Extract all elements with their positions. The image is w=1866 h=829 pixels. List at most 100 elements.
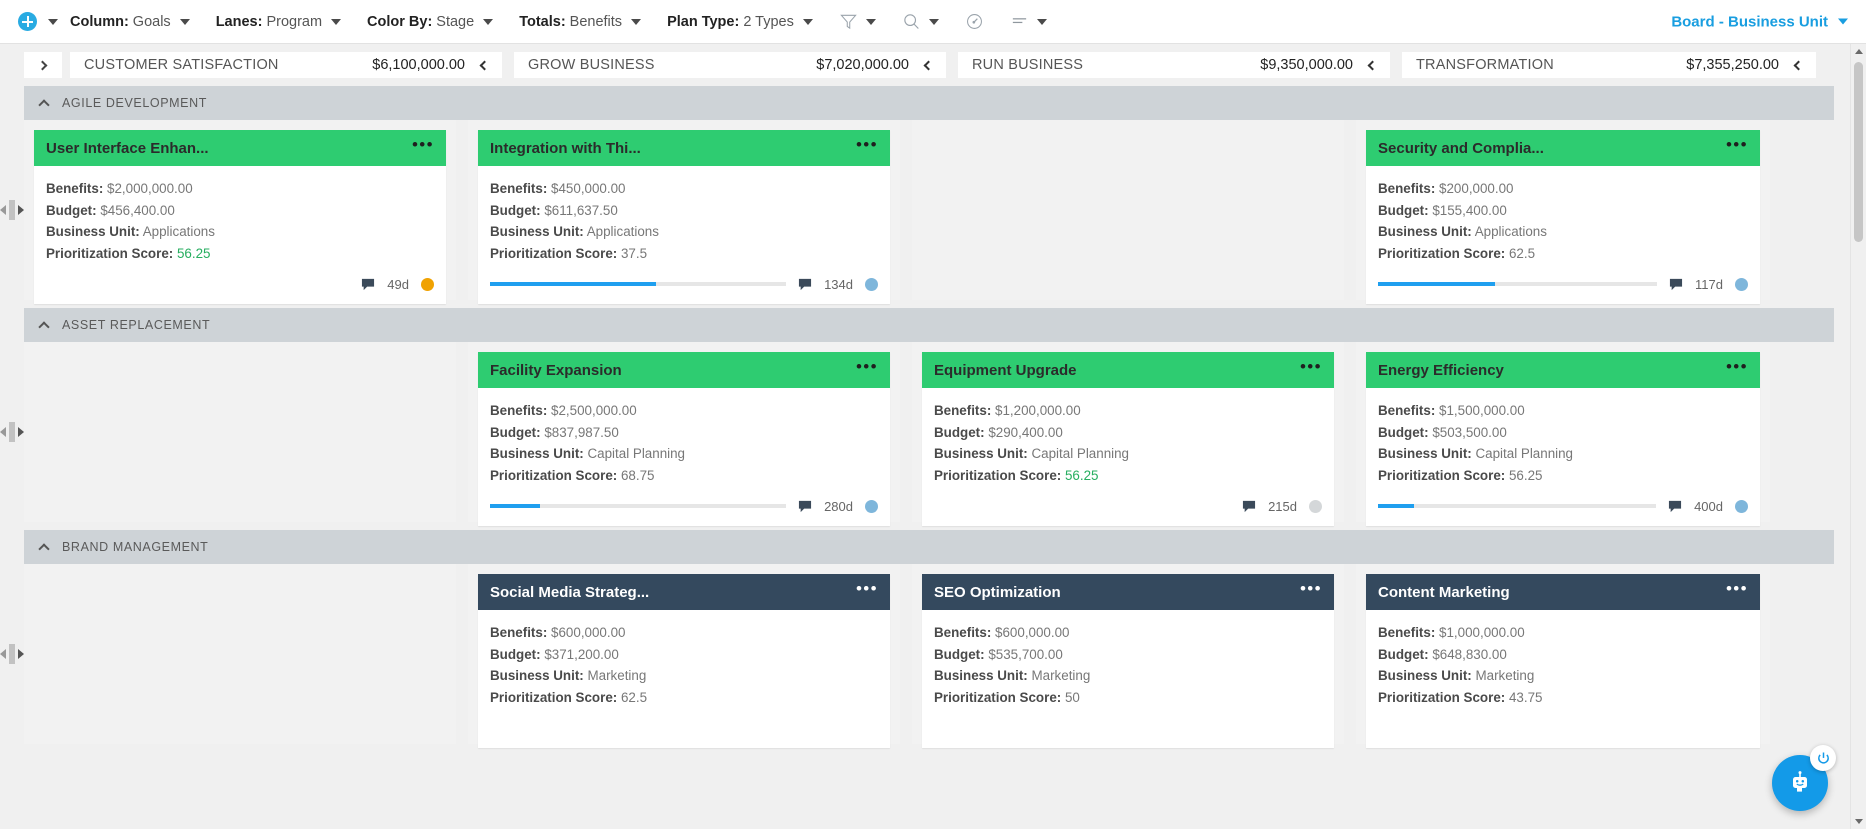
sort-icon[interactable] <box>1010 12 1029 31</box>
color-by-chevron-down-icon[interactable] <box>483 18 494 25</box>
comment-bubble-icon[interactable] <box>1669 278 1683 291</box>
project-card[interactable]: Content Marketing ••• Benefits: $1,000,000… <box>1366 574 1760 748</box>
lane-scroll-right-icon[interactable] <box>18 427 24 437</box>
lane-header[interactable]: BRAND MANAGEMENT <box>24 530 1834 564</box>
card-header[interactable]: SEO Optimization ••• <box>922 574 1334 610</box>
lane-cell[interactable]: Social Media Strateg... ••• Benefits: $600… <box>468 564 900 748</box>
lane-cell[interactable]: Content Marketing ••• Benefits: $1,000,000… <box>1356 564 1770 748</box>
gauge-control[interactable] <box>965 12 984 31</box>
project-card[interactable]: Security and Complia... ••• Benefits: $200… <box>1366 130 1760 304</box>
color-by-selector[interactable]: Color By: Stage <box>367 14 494 30</box>
comment-bubble-icon[interactable] <box>1242 500 1256 513</box>
plan-type-chevron-down-icon[interactable] <box>802 18 813 25</box>
lane-cell[interactable]: Security and Complia... ••• Benefits: $200… <box>1356 120 1770 304</box>
filter-icon[interactable] <box>839 12 858 31</box>
lane-cell[interactable]: User Interface Enhan... ••• Benefits: $2,0… <box>24 120 456 304</box>
scroll-up-icon[interactable] <box>1855 49 1863 54</box>
column-header[interactable]: TRANSFORMATION $7,355,250.00 <box>1402 52 1816 78</box>
card-header[interactable]: Social Media Strateg... ••• <box>478 574 890 610</box>
comment-bubble-icon[interactable] <box>361 278 375 291</box>
lane-scroll-right-icon[interactable] <box>18 205 24 215</box>
plan-type-selector[interactable]: Plan Type: 2 Types <box>667 14 813 30</box>
project-card[interactable]: Equipment Upgrade ••• Benefits: $1,200,000… <box>922 352 1334 526</box>
plus-circle-icon[interactable] <box>18 12 37 31</box>
lane-scroll-handle[interactable] <box>0 564 24 744</box>
lanes-selector[interactable]: Lanes: Program <box>216 14 342 30</box>
lane-collapse-chevron-up-icon[interactable] <box>38 543 50 555</box>
board-title-dropdown[interactable]: Board - Business Unit <box>1671 13 1848 30</box>
lane-cell[interactable]: Facility Expansion ••• Benefits: $2,500,00… <box>468 342 900 526</box>
column-header[interactable]: GROW BUSINESS $7,020,000.00 <box>514 52 946 78</box>
card-header[interactable]: User Interface Enhan... ••• <box>34 130 446 166</box>
lane-header[interactable]: ASSET REPLACEMENT <box>24 308 1834 342</box>
ellipsis-icon[interactable]: ••• <box>1726 580 1748 600</box>
board-title-chevron-down-icon[interactable] <box>1838 18 1848 25</box>
lane-resize-bar[interactable] <box>9 422 15 442</box>
card-header[interactable]: Facility Expansion ••• <box>478 352 890 388</box>
totals-selector[interactable]: Totals: Benefits <box>519 14 642 30</box>
column-header[interactable]: RUN BUSINESS $9,350,000.00 <box>958 52 1390 78</box>
add-menu-chevron-down-icon[interactable] <box>48 18 58 25</box>
search-control[interactable] <box>902 12 939 31</box>
lane-resize-bar[interactable] <box>9 200 15 220</box>
lanes-chevron-down-icon[interactable] <box>331 18 342 25</box>
lane-cell[interactable]: Energy Efficiency ••• Benefits: $1,500,000… <box>1356 342 1770 526</box>
lane-scroll-left-icon[interactable] <box>0 649 6 659</box>
column-selector[interactable]: Column: Goals <box>70 14 190 30</box>
column-collapse-chevron-left-icon[interactable] <box>1793 60 1804 70</box>
lane-cell[interactable]: Integration with Thi... ••• Benefits: $450… <box>468 120 900 304</box>
project-card[interactable]: Integration with Thi... ••• Benefits: $450… <box>478 130 890 304</box>
lane-scroll-handle[interactable] <box>0 120 24 300</box>
project-card[interactable]: Social Media Strateg... ••• Benefits: $600… <box>478 574 890 748</box>
lane-scroll-right-icon[interactable] <box>18 649 24 659</box>
ellipsis-icon[interactable]: ••• <box>1726 358 1748 378</box>
lane-cell[interactable] <box>912 120 1344 300</box>
card-header[interactable]: Security and Complia... ••• <box>1366 130 1760 166</box>
chatbot-power-button[interactable] <box>1810 745 1836 771</box>
scrollbar-thumb[interactable] <box>1854 62 1863 242</box>
column-collapse-chevron-left-icon[interactable] <box>479 60 490 70</box>
column-chevron-down-icon[interactable] <box>179 18 190 25</box>
project-card[interactable]: Facility Expansion ••• Benefits: $2,500,00… <box>478 352 890 526</box>
column-collapse-chevron-left-icon[interactable] <box>1367 60 1378 70</box>
lane-cell[interactable] <box>24 564 456 744</box>
lane-cell[interactable] <box>24 342 456 522</box>
vertical-scrollbar[interactable] <box>1850 44 1866 829</box>
ellipsis-icon[interactable]: ••• <box>1300 580 1322 600</box>
comment-bubble-icon[interactable] <box>1668 500 1682 513</box>
lane-collapse-chevron-up-icon[interactable] <box>38 99 50 111</box>
sort-control[interactable] <box>1010 12 1047 31</box>
ellipsis-icon[interactable]: ••• <box>856 580 878 600</box>
lane-cell[interactable]: SEO Optimization ••• Benefits: $600,000.00… <box>912 564 1344 748</box>
card-header[interactable]: Content Marketing ••• <box>1366 574 1760 610</box>
lane-collapse-chevron-up-icon[interactable] <box>38 321 50 333</box>
lane-header[interactable]: AGILE DEVELOPMENT <box>24 86 1834 120</box>
lane-resize-bar[interactable] <box>9 644 15 664</box>
card-header[interactable]: Energy Efficiency ••• <box>1366 352 1760 388</box>
project-card[interactable]: SEO Optimization ••• Benefits: $600,000.00… <box>922 574 1334 748</box>
board-expand-button[interactable] <box>24 52 62 78</box>
lane-scroll-left-icon[interactable] <box>0 427 6 437</box>
card-header[interactable]: Equipment Upgrade ••• <box>922 352 1334 388</box>
column-collapse-chevron-left-icon[interactable] <box>923 60 934 70</box>
ellipsis-icon[interactable]: ••• <box>856 358 878 378</box>
search-chevron-down-icon[interactable] <box>928 18 939 25</box>
card-header[interactable]: Integration with Thi... ••• <box>478 130 890 166</box>
comment-bubble-icon[interactable] <box>798 278 812 291</box>
column-header[interactable]: CUSTOMER SATISFACTION $6,100,000.00 <box>70 52 502 78</box>
ellipsis-icon[interactable]: ••• <box>1300 358 1322 378</box>
gauge-icon[interactable] <box>965 12 984 31</box>
ellipsis-icon[interactable]: ••• <box>1726 136 1748 156</box>
project-card[interactable]: User Interface Enhan... ••• Benefits: $2,0… <box>34 130 446 304</box>
filter-chevron-down-icon[interactable] <box>865 18 876 25</box>
search-icon[interactable] <box>902 12 921 31</box>
lane-cell[interactable]: Equipment Upgrade ••• Benefits: $1,200,000… <box>912 342 1344 526</box>
project-card[interactable]: Energy Efficiency ••• Benefits: $1,500,000… <box>1366 352 1760 526</box>
ellipsis-icon[interactable]: ••• <box>412 136 434 156</box>
comment-bubble-icon[interactable] <box>798 500 812 513</box>
scroll-down-icon[interactable] <box>1855 819 1863 824</box>
filter-control[interactable] <box>839 12 876 31</box>
sort-chevron-down-icon[interactable] <box>1036 18 1047 25</box>
ellipsis-icon[interactable]: ••• <box>856 136 878 156</box>
lane-scroll-handle[interactable] <box>0 342 24 522</box>
